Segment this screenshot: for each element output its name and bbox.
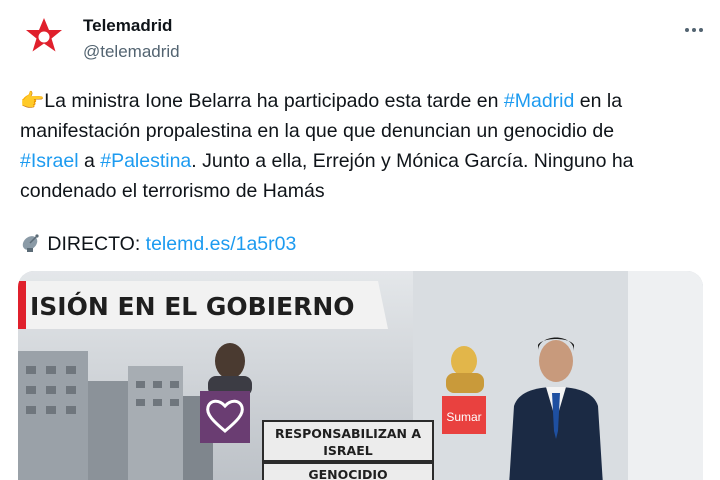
satellite-dish-icon — [20, 231, 42, 262]
tweet-text-segment: condenado el terrorismo de Hamás — [20, 180, 325, 202]
tweet-text-segment: La ministra Ione Belarra ha participado … — [44, 90, 504, 112]
news-broadcast-frame: ISIÓN EN EL GOBIERNO Sumar RESPONSABILIZ… — [18, 271, 703, 480]
hashtag-israel-link[interactable]: #Israel — [20, 150, 79, 172]
tweet-text-segment: en la — [574, 90, 623, 112]
tweet-text-segment: a — [78, 150, 101, 172]
hashtag-palestina-link[interactable]: #Palestina — [100, 150, 191, 172]
sumar-logo-text: Sumar — [446, 410, 481, 424]
author-block: Telemadrid @telemadrid — [83, 15, 180, 64]
author-handle[interactable]: @telemadrid — [83, 40, 180, 64]
tweet-text-segment: manifestación propalestina en la que que… — [20, 120, 615, 142]
pointing-hand-emoji: 👉 — [20, 90, 45, 112]
tweet-media-image[interactable]: ISIÓN EN EL GOBIERNO Sumar RESPONSABILIZ… — [18, 271, 703, 480]
tweet-text-segment: . Junto a ella, Errejón y Mónica García.… — [191, 150, 634, 172]
author-avatar[interactable] — [20, 13, 68, 61]
tweet-card[interactable]: Telemadrid @telemadrid 👉La ministra Ione… — [0, 0, 720, 480]
directo-label: DIRECTO: — [42, 233, 146, 255]
podemos-heart-logo-icon — [200, 391, 250, 443]
telemadrid-star-logo-icon — [20, 13, 68, 61]
live-stream-link[interactable]: telemd.es/1a5r03 — [146, 233, 297, 255]
label-genocidio: GENOCIDIO — [308, 467, 387, 480]
hashtag-madrid-link[interactable]: #Madrid — [504, 90, 574, 112]
label-responsabilizan: RESPONSABILIZAN A — [275, 426, 421, 441]
tweet-text: 👉La ministra Ione Belarra ha participado… — [20, 86, 700, 206]
label-israel: ISRAEL — [323, 443, 372, 458]
banner-headline: ISIÓN EN EL GOBIERNO — [30, 291, 355, 321]
more-dots-icon — [685, 28, 703, 32]
directo-line: DIRECTO: telemd.es/1a5r03 — [20, 229, 296, 262]
more-options-button[interactable] — [682, 18, 706, 42]
author-display-name[interactable]: Telemadrid — [83, 15, 180, 37]
